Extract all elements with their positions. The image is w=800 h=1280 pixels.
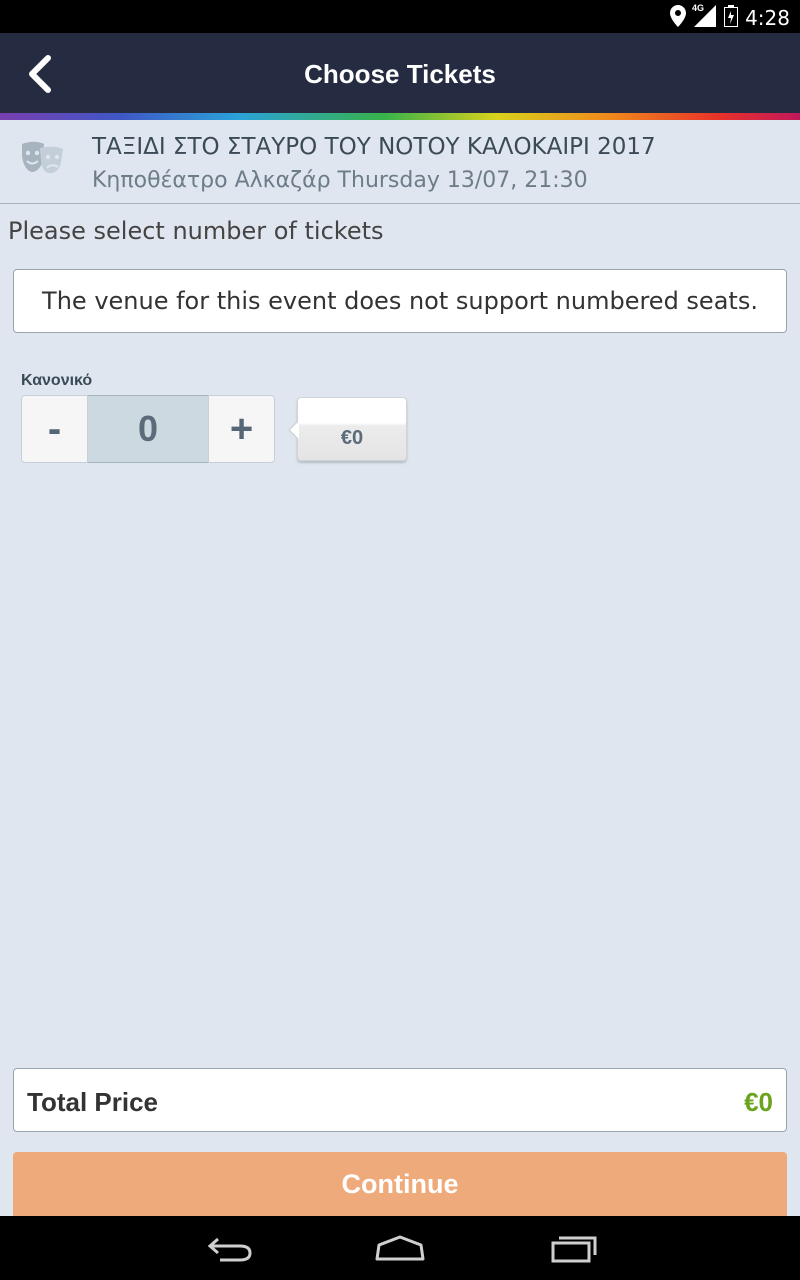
total-price-value: €0: [744, 1087, 773, 1117]
event-title: ΤΑΞΙΔΙ ΣΤΟ ΣΤΑΥΡΟ ΤΟΥ ΝΟΤΟΥ ΚΑΛΟΚΑΙΡΙ 20…: [92, 134, 656, 160]
status-time: 4:28: [745, 6, 790, 30]
event-venue-date: Κηποθέατρο Αλκαζάρ Thursday 13/07, 21:30: [92, 168, 588, 193]
app-bar: Choose Tickets: [0, 33, 800, 113]
event-header: ΤΑΞΙΔΙ ΣΤΟ ΣΤΑΥΡΟ ΤΟΥ ΝΟΤΟΥ ΚΑΛΟΚΑΙΡΙ 20…: [0, 120, 800, 204]
battery-icon: [724, 5, 738, 32]
location-icon: [670, 5, 686, 32]
status-icons: 4G: [670, 3, 738, 32]
nav-recents-icon: [551, 1236, 597, 1263]
nav-recents-button[interactable]: [542, 1228, 602, 1268]
page-title: Choose Tickets: [304, 59, 496, 89]
status-bar: 4G 4:28: [0, 0, 800, 33]
increase-button[interactable]: +: [208, 395, 275, 463]
ticket-price: €0: [340, 427, 364, 449]
ticket-price-tag: €0: [288, 397, 407, 461]
nav-home-button[interactable]: [370, 1228, 430, 1268]
seating-notice: The venue for this event does not suppor…: [13, 269, 787, 333]
network-type: 4G: [692, 3, 705, 13]
quantity-stepper: - 0 +: [21, 395, 275, 463]
decrease-button[interactable]: -: [21, 395, 88, 463]
signal-icon: 4G: [692, 3, 716, 32]
select-tickets-prompt: Please select number of tickets: [8, 217, 384, 245]
total-price-label: Total Price: [27, 1087, 159, 1117]
total-price-box: Total Price €0: [13, 1068, 787, 1132]
nav-home-icon: [375, 1235, 425, 1261]
nav-back-button[interactable]: [200, 1228, 260, 1268]
continue-button[interactable]: Continue: [13, 1152, 787, 1216]
system-nav-bar: [0, 1216, 800, 1280]
nav-back-icon: [207, 1237, 252, 1262]
ticket-type-label: Κανονικό: [21, 372, 93, 389]
theater-masks-icon: [18, 138, 66, 178]
quantity-value[interactable]: 0: [88, 395, 208, 463]
rainbow-divider: [0, 113, 800, 120]
